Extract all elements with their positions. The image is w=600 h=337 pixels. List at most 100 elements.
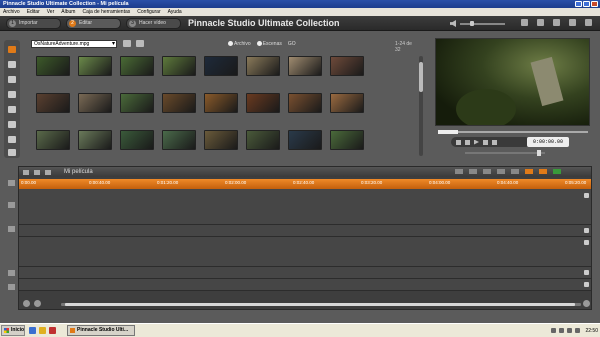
go-start-icon[interactable] bbox=[456, 139, 461, 145]
menu-configurar[interactable]: Configurar bbox=[137, 8, 160, 16]
speaker-icon[interactable] bbox=[469, 169, 477, 174]
clip-thumbnail[interactable] bbox=[120, 130, 154, 150]
clip-thumbnail[interactable] bbox=[120, 56, 154, 76]
scrubber[interactable] bbox=[438, 130, 588, 134]
lock-icon[interactable] bbox=[584, 240, 589, 245]
clip-thumbnail[interactable] bbox=[246, 130, 280, 150]
scroll-end-button[interactable] bbox=[583, 300, 590, 307]
menu-editar[interactable]: Editar bbox=[27, 8, 40, 16]
minimize-button[interactable] bbox=[575, 1, 582, 7]
trash-icon[interactable] bbox=[497, 169, 505, 174]
clip-thumbnail[interactable] bbox=[204, 130, 238, 150]
undo-icon[interactable] bbox=[521, 19, 528, 26]
clip-thumbnail[interactable] bbox=[36, 130, 70, 150]
zoom-out-button[interactable] bbox=[23, 300, 30, 307]
clip-thumbnail[interactable] bbox=[36, 56, 70, 76]
lock-icon[interactable] bbox=[584, 270, 589, 275]
timeline-ruler[interactable]: 0:00.00 0:00:40.00 0:01:20.00 0:02:00.00 0:0… bbox=[19, 179, 591, 189]
clip-thumbnail[interactable] bbox=[246, 56, 280, 76]
clip-thumbnail[interactable] bbox=[204, 56, 238, 76]
clip-thumbnail[interactable] bbox=[162, 93, 196, 113]
lock-icon[interactable] bbox=[584, 228, 589, 233]
play-icon[interactable] bbox=[474, 139, 479, 145]
radio-archivo[interactable]: Archivo bbox=[228, 41, 251, 47]
go-end-icon[interactable] bbox=[492, 139, 497, 145]
fast-forward-icon[interactable] bbox=[483, 139, 488, 145]
security-icon[interactable] bbox=[567, 328, 573, 333]
folder-up-icon[interactable] bbox=[123, 40, 131, 47]
timeline-scrollbar[interactable] bbox=[61, 303, 581, 306]
rewind-icon[interactable] bbox=[465, 139, 470, 145]
music-icon[interactable] bbox=[8, 149, 16, 156]
start-button[interactable]: Inicio bbox=[1, 325, 25, 336]
redo-icon[interactable] bbox=[537, 19, 544, 26]
clip-thumbnail[interactable] bbox=[330, 56, 364, 76]
storyboard-icon[interactable] bbox=[23, 169, 29, 175]
clip-thumbnail[interactable] bbox=[330, 93, 364, 113]
update-icon[interactable] bbox=[575, 328, 581, 333]
timecode-display[interactable]: 0:00:00.00 bbox=[527, 137, 569, 147]
storyboard-view-icon[interactable] bbox=[511, 169, 519, 174]
volume-icon[interactable] bbox=[559, 328, 565, 333]
photos-icon[interactable] bbox=[8, 106, 16, 113]
menu-ayuda[interactable]: Ayuda bbox=[168, 8, 182, 16]
clip-thumbnail[interactable] bbox=[204, 93, 238, 113]
titles-icon[interactable] bbox=[8, 91, 16, 98]
transitions-icon[interactable] bbox=[8, 61, 16, 68]
maximize-button[interactable] bbox=[583, 1, 590, 7]
clip-thumbnail[interactable] bbox=[288, 130, 322, 150]
menus-icon[interactable] bbox=[8, 121, 16, 128]
menu-ver[interactable]: Ver bbox=[47, 8, 55, 16]
trash-icon[interactable] bbox=[553, 19, 560, 26]
album-scrollbar[interactable] bbox=[419, 56, 423, 156]
folder-icon[interactable] bbox=[45, 169, 51, 175]
clip-thumbnail[interactable] bbox=[78, 93, 112, 113]
media-icon[interactable] bbox=[49, 327, 56, 334]
clip-thumbnail[interactable] bbox=[288, 93, 322, 113]
close-button[interactable] bbox=[591, 1, 598, 7]
sound-effects-icon[interactable] bbox=[8, 136, 16, 143]
clip-thumbnail[interactable] bbox=[162, 56, 196, 76]
clip-thumbnail[interactable] bbox=[330, 130, 364, 150]
menu-album[interactable]: Álbum bbox=[61, 8, 75, 16]
taskbar-item-pinnacle[interactable]: Pinnacle Studio Ulti... bbox=[67, 325, 135, 336]
network-icon[interactable] bbox=[551, 328, 557, 333]
text-view-icon[interactable] bbox=[539, 169, 547, 174]
volume-slider[interactable] bbox=[460, 21, 505, 26]
radio-escenas[interactable]: Escenas bbox=[256, 41, 282, 47]
clip-thumbnail[interactable] bbox=[162, 130, 196, 150]
video-clips-icon[interactable] bbox=[8, 46, 16, 53]
timeline-view-icon[interactable] bbox=[525, 169, 533, 174]
help-icon[interactable] bbox=[569, 19, 576, 26]
split-icon[interactable] bbox=[455, 169, 463, 174]
folder-icon[interactable] bbox=[39, 327, 46, 334]
ie-icon[interactable] bbox=[29, 327, 36, 334]
menu-caja-herramientas[interactable]: Caja de herramientas bbox=[82, 8, 130, 16]
lock-icon[interactable] bbox=[584, 282, 589, 287]
scissors-icon[interactable] bbox=[483, 169, 491, 174]
clip-thumbnail[interactable] bbox=[120, 93, 154, 113]
clip-thumbnail[interactable] bbox=[246, 93, 280, 113]
radio-go[interactable]: GO bbox=[288, 41, 296, 47]
tab-editar[interactable]: 2 Editar bbox=[66, 18, 121, 29]
video-track[interactable] bbox=[19, 189, 591, 225]
source-file-dropdown[interactable]: OsNatureAdventure.mpg bbox=[31, 40, 117, 48]
tab-importar[interactable]: 1 Importar bbox=[6, 18, 61, 29]
clip-thumbnail[interactable] bbox=[78, 130, 112, 150]
jog-slider[interactable] bbox=[465, 150, 545, 156]
lock-icon[interactable] bbox=[584, 193, 589, 198]
fullscreen-icon[interactable] bbox=[585, 19, 592, 26]
zoom-in-button[interactable] bbox=[34, 300, 41, 307]
overlay-track[interactable] bbox=[19, 225, 591, 237]
clip-thumbnail[interactable] bbox=[78, 56, 112, 76]
clip-thumbnail[interactable] bbox=[36, 93, 70, 113]
menu-archivo[interactable]: Archivo bbox=[3, 8, 20, 16]
clip-thumbnail[interactable] bbox=[288, 56, 322, 76]
audio-icon[interactable] bbox=[34, 169, 40, 175]
folder-open-icon[interactable] bbox=[136, 40, 144, 47]
title-track[interactable] bbox=[19, 237, 591, 267]
audio-track[interactable] bbox=[19, 267, 591, 279]
music-track[interactable] bbox=[19, 279, 591, 291]
tab-hacer-video[interactable]: 3 Hacer vídeo bbox=[126, 18, 181, 29]
montage-icon[interactable] bbox=[8, 76, 16, 83]
